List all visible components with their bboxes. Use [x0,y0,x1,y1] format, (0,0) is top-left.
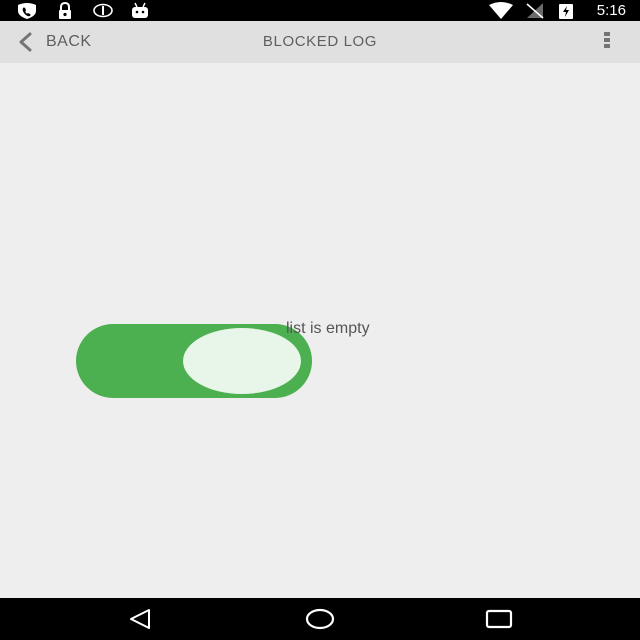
status-time: 5:16 [596,2,626,19]
toggle-thumb [183,328,301,394]
chevron-left-icon [18,32,32,52]
home-circle-icon [305,608,335,630]
back-triangle-icon [127,608,153,630]
recents-square-icon [485,609,513,629]
phone-shield-icon [16,2,38,19]
nav-home-button[interactable] [300,604,340,634]
dot-icon [604,32,610,36]
back-label: BACK [46,33,92,50]
overflow-menu-button[interactable] [602,32,612,52]
enable-toggle[interactable] [76,324,312,398]
wifi-icon [488,2,514,19]
status-bar: 5:16 [0,0,640,21]
nav-recents-button[interactable] [479,604,519,634]
eye-icon [92,2,114,19]
page-title: BLOCKED LOG [262,33,378,50]
empty-list-message: list is empty [286,320,370,337]
blocked-log-content: list is empty [0,63,640,598]
battery-charging-icon [557,2,575,19]
back-button[interactable]: BACK [18,21,92,63]
navigation-bar [0,598,640,640]
toolbar: BLOCKED LOG BACK [0,21,640,63]
nav-back-button[interactable] [120,604,160,634]
android-icon [130,2,150,19]
dot-icon [604,44,610,48]
no-signal-icon [524,2,546,19]
dot-icon [604,38,610,42]
lock-icon [56,2,74,19]
